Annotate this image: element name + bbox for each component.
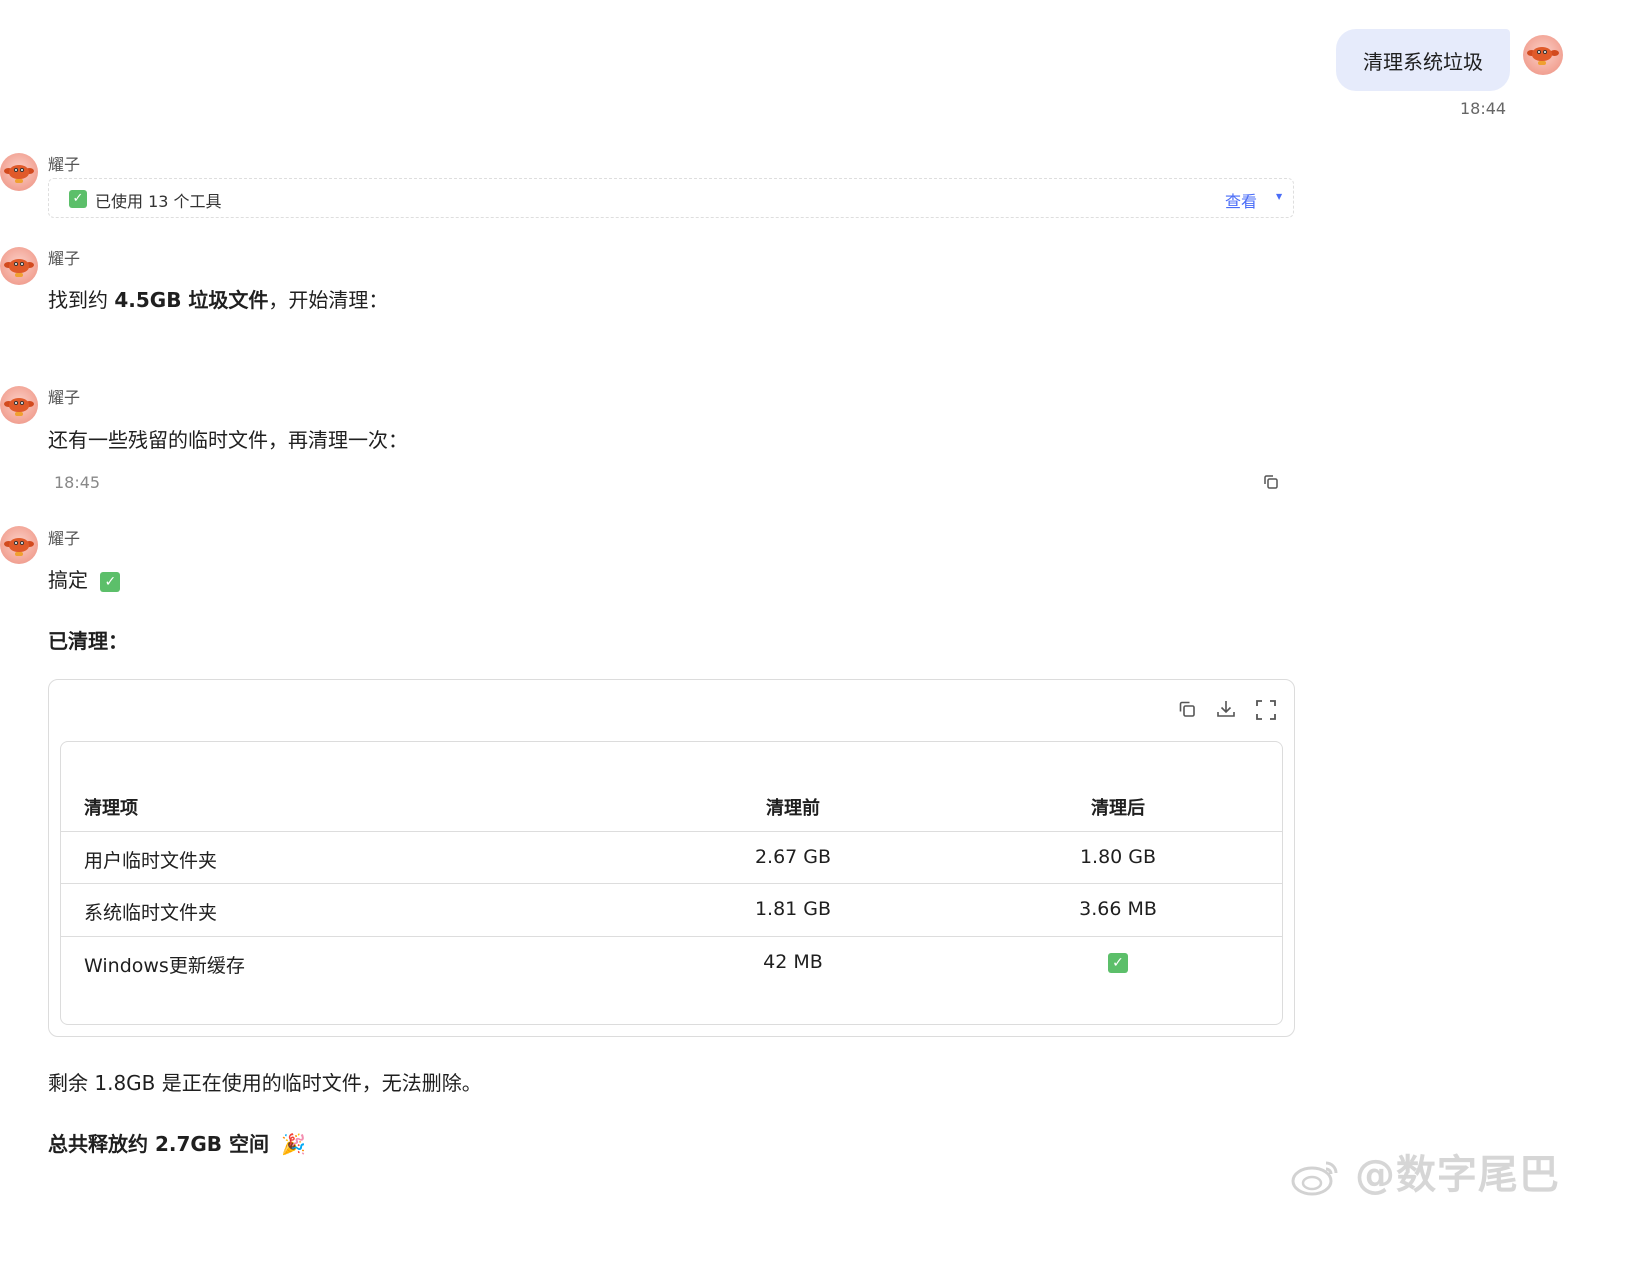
bot-avatar[interactable] (0, 386, 38, 424)
bot-avatar[interactable] (0, 153, 38, 191)
cleanup-table: 清理项 清理前 清理后 用户临时文件夹 2.67 GB 1.80 GB 系统临时… (60, 741, 1283, 1025)
bot-avatar[interactable] (0, 247, 38, 285)
total-summary: 总共释放约 2.7GB 空间 🎉 (48, 1128, 306, 1157)
table-cell: 用户临时文件夹 (84, 850, 218, 872)
total-text: 总共释放约 2.7GB 空间 (48, 1132, 270, 1156)
user-message-bubble: 清理系统垃圾 (1336, 29, 1510, 91)
remaining-note: 剩余 1.8GB 是正在使用的临时文件，无法删除。 (48, 1071, 482, 1095)
fullscreen-icon[interactable] (1255, 699, 1277, 721)
table-cell-check: ✓ (1018, 951, 1218, 973)
check-icon: ✓ (1108, 952, 1128, 973)
bot-name: 耀子 (48, 155, 81, 174)
done-text: 搞定 ✓ (48, 564, 121, 593)
table-cell: 1.80 GB (1079, 846, 1157, 868)
done-label: 搞定 (48, 568, 88, 592)
row-divider (61, 831, 1282, 832)
view-tools-button[interactable]: 查看 (1225, 188, 1257, 212)
table-header: 清理后 (1091, 798, 1145, 819)
check-icon: ✓ (69, 190, 87, 208)
copy-icon[interactable] (1262, 473, 1284, 495)
bot-message-text: 找到约 4.5GB 垃圾文件，开始清理： (48, 284, 388, 313)
user-message-time: 18:44 (1460, 99, 1507, 118)
party-icon: 🎉 (281, 1132, 307, 1156)
table-cell: 3.66 MB (1079, 898, 1157, 920)
table-cell: 系统临时文件夹 (84, 902, 218, 924)
message-text-bold: 4.5GB 垃圾文件 (114, 288, 269, 312)
bot-name: 耀子 (48, 388, 81, 407)
chevron-down-icon[interactable]: ▼ (1276, 192, 1282, 201)
table-cell: 1.81 GB (754, 898, 832, 920)
watermark-text: @数字尾巴 (1354, 1152, 1560, 1198)
watermark: @数字尾巴 (1290, 1142, 1560, 1200)
user-message-text: 清理系统垃圾 (1363, 49, 1483, 74)
row-divider (61, 883, 1282, 884)
download-icon[interactable] (1215, 698, 1237, 720)
table-card: 清理项 清理前 清理后 用户临时文件夹 2.67 GB 1.80 GB 系统临时… (48, 679, 1295, 1037)
row-divider (61, 936, 1282, 937)
message-text-prefix: 找到约 (48, 288, 115, 312)
bot-message-time: 18:45 (54, 473, 101, 492)
bot-message-text: 还有一些残留的临时文件，再清理一次： (48, 428, 408, 452)
table-header: 清理前 (766, 798, 820, 819)
copy-icon[interactable] (1177, 699, 1199, 721)
bot-name: 耀子 (48, 529, 81, 548)
tools-used-label: 已使用 13 个工具 (95, 192, 222, 211)
table-cell: Windows更新缓存 (84, 955, 245, 977)
table-cell: 2.67 GB (754, 846, 832, 868)
table-cell: 42 MB (763, 951, 823, 973)
tools-used-panel[interactable]: ✓ 已使用 13 个工具 查看 ▼ (48, 178, 1294, 218)
user-avatar[interactable] (1523, 35, 1563, 75)
table-header: 清理项 (84, 798, 138, 819)
section-title: 已清理： (48, 629, 128, 653)
weibo-icon (1290, 1157, 1340, 1197)
check-icon: ✓ (100, 571, 121, 592)
bot-name: 耀子 (48, 249, 81, 268)
message-text-suffix: ，开始清理： (268, 288, 389, 312)
bot-avatar[interactable] (0, 526, 38, 564)
